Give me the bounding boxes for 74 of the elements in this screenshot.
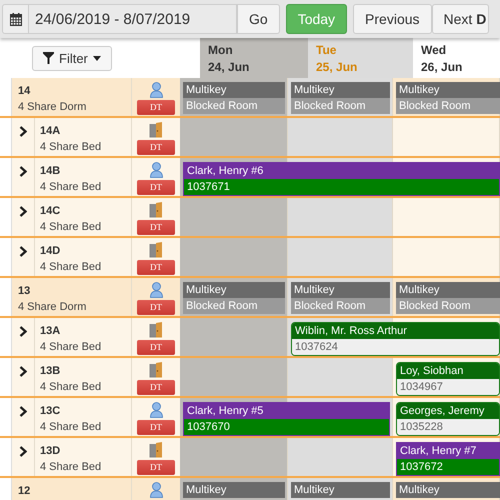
room-number: 13D — [40, 444, 62, 459]
person-icon — [150, 82, 162, 98]
status-badge[interactable]: DT — [137, 140, 175, 155]
chevron-icon[interactable] — [19, 446, 27, 457]
room-type: 4 Share Dorm — [18, 100, 88, 115]
room-type: 4 Share Bed — [40, 260, 102, 275]
door-icon — [149, 122, 163, 138]
person-icon — [150, 402, 162, 418]
status-badge[interactable]: DT — [137, 460, 175, 475]
status-badge[interactable]: DT — [137, 220, 175, 235]
booking-bar[interactable]: Clark, Henry #6 1037671 — [183, 162, 500, 196]
blocked-booking[interactable]: Multikey — [396, 482, 500, 498]
room-type: 4 Share Bed — [40, 460, 102, 475]
room-number: 13B — [40, 364, 62, 379]
booking-bar[interactable]: Wiblin, Mr. Ross Arthur 1037624 — [291, 322, 500, 356]
filter-button[interactable]: Filter — [32, 46, 112, 70]
room-number: 13A — [40, 324, 62, 339]
person-icon — [150, 482, 162, 498]
chevron-icon[interactable] — [19, 406, 27, 417]
door-icon — [149, 322, 163, 338]
chevron-icon[interactable] — [19, 326, 27, 337]
weekday-label: Mon — [208, 42, 234, 59]
calendar-icon — [10, 12, 22, 26]
status-badge[interactable]: DT — [137, 420, 175, 435]
room-type: 4 Share Dorm — [18, 300, 88, 315]
door-icon — [149, 242, 163, 258]
status-badge[interactable]: DT — [137, 380, 175, 395]
blocked-booking[interactable]: Multikey — [183, 482, 285, 498]
status-badge[interactable]: DT — [137, 260, 175, 275]
weekday-label: Tue — [316, 42, 338, 59]
filter-icon — [43, 52, 54, 64]
door-icon — [149, 362, 163, 378]
person-icon — [150, 282, 162, 298]
room-type: 4 Share Bed — [40, 420, 102, 435]
date-label: 26, Jun — [421, 59, 464, 76]
booking-bar[interactable]: Loy, Siobhan 1034967 — [396, 362, 500, 396]
chevron-icon[interactable] — [19, 246, 27, 257]
room-type: 4 Share Bed — [40, 220, 102, 235]
booking-bar[interactable]: Clark, Henry #5 1037670 — [183, 402, 390, 436]
caret-icon — [92, 56, 101, 60]
room-type: 4 Share Bed — [40, 340, 102, 355]
room-number: 14B — [40, 164, 62, 179]
room-type: 4 Share Bed — [40, 180, 102, 195]
toolbar-button[interactable]: Go — [237, 4, 280, 34]
date-label: 24, Jun — [208, 59, 250, 76]
room-number: 14A — [40, 124, 62, 139]
person-icon — [150, 162, 162, 178]
blocked-booking[interactable]: Multikey — [291, 482, 390, 498]
chevron-icon[interactable] — [19, 206, 27, 217]
weekday-label: Wed — [421, 42, 448, 59]
door-icon — [149, 202, 163, 218]
status-badge[interactable]: DT — [137, 100, 175, 115]
room-number: 14D — [40, 244, 62, 259]
room-number: 14C — [40, 204, 62, 219]
toolbar-button[interactable]: Previous — [353, 4, 432, 34]
toolbar-button[interactable]: Next D — [432, 4, 490, 34]
booking-bar[interactable]: Clark, Henry #7 1037672 — [396, 442, 500, 476]
door-icon — [149, 442, 163, 458]
room-type: 4 Share Bed — [40, 380, 102, 395]
status-badge[interactable]: DT — [137, 340, 175, 355]
chevron-icon[interactable] — [19, 126, 27, 137]
room-type: 4 Share Bed — [40, 140, 102, 155]
status-badge[interactable]: DT — [137, 300, 175, 315]
booking-bar[interactable]: Georges, Jeremy 1035228 — [396, 402, 500, 436]
room-number: 13 — [18, 284, 32, 299]
date-label: 25, Jun — [316, 59, 358, 76]
chevron-icon[interactable] — [19, 166, 27, 177]
calendar-button[interactable] — [2, 4, 29, 34]
room-number: 12 — [18, 484, 32, 499]
room-number: 14 — [18, 84, 32, 99]
date-range-field[interactable]: 24/06/2019 - 8/07/2019 — [29, 4, 237, 34]
status-badge[interactable]: DT — [137, 180, 175, 195]
chevron-icon[interactable] — [19, 366, 27, 377]
room-number: 13C — [40, 404, 62, 419]
